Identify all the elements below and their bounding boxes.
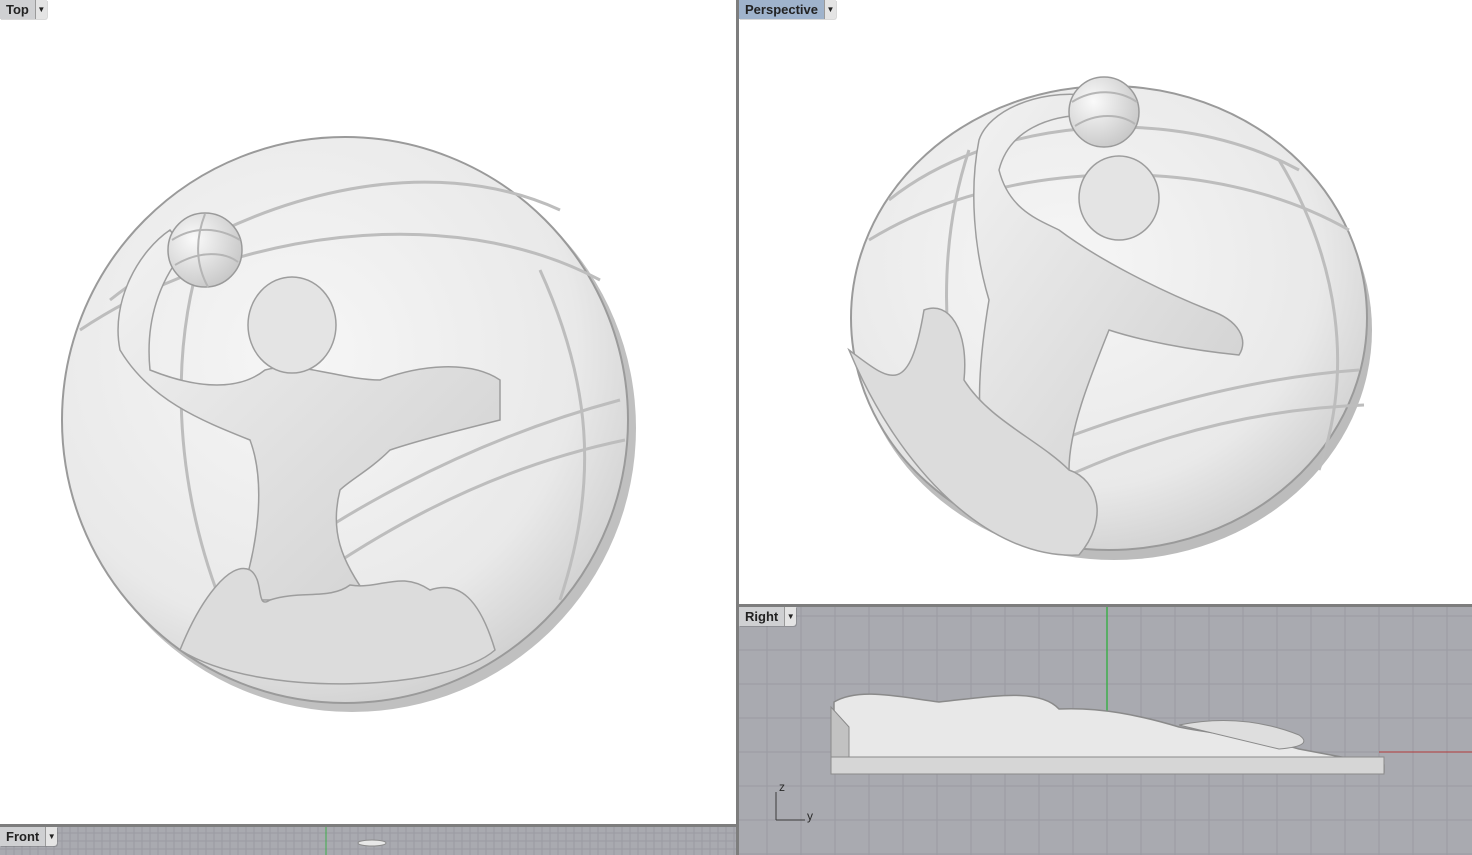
right-viewport-canvas[interactable]: z y [739,607,1472,855]
top-viewport-canvas[interactable] [0,0,736,824]
viewport-splitter-horizontal-right[interactable] [739,604,1472,607]
front-viewport[interactable]: Front ▼ [0,827,736,855]
chevron-down-icon[interactable]: ▼ [824,0,836,19]
front-viewport-canvas[interactable] [0,827,736,855]
viewport-tab-front[interactable]: Front ▼ [0,827,58,846]
perspective-viewport[interactable]: Perspective ▼ [739,0,1472,604]
viewport-splitter-vertical[interactable] [736,0,739,855]
chevron-down-icon[interactable]: ▼ [34,0,47,19]
viewport-splitter-horizontal-left[interactable] [0,824,736,827]
viewport-label[interactable]: Top [0,0,35,19]
viewport-label[interactable]: Perspective [739,0,824,19]
medallion-relief-perspective [847,76,1372,560]
chevron-down-icon[interactable]: ▼ [45,827,58,846]
right-viewport[interactable]: z y Right ▼ [739,607,1472,855]
viewport-tab-right[interactable]: Right ▼ [739,607,797,626]
medallion-relief [61,136,636,712]
viewport-tab-perspective[interactable]: Perspective ▼ [739,0,836,19]
chevron-down-icon[interactable]: ▼ [784,607,797,626]
viewport-tab-top[interactable]: Top ▼ [0,0,47,19]
medallion-front-profile [357,839,387,847]
perspective-viewport-canvas[interactable] [739,0,1472,604]
z-axis-label: z [779,780,785,794]
viewport-label[interactable]: Right [739,607,785,626]
top-viewport[interactable]: Top ▼ [0,0,736,824]
viewport-label[interactable]: Front [0,827,46,846]
y-axis-label: y [807,809,813,823]
